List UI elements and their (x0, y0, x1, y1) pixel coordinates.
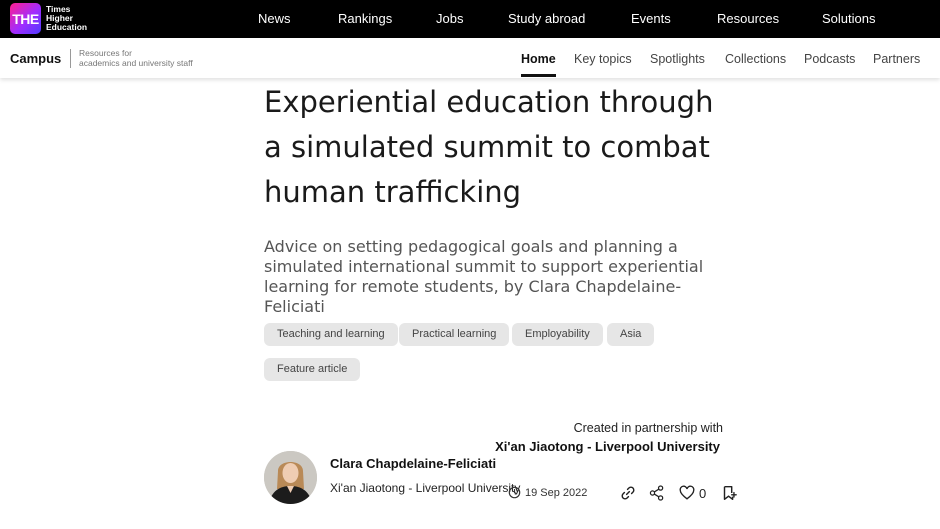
nav-resources[interactable]: Resources (717, 11, 779, 26)
article-standfirst: Advice on setting pedagogical goals and … (264, 237, 734, 317)
campus-divider (70, 49, 71, 68)
like-count: 0 (699, 486, 707, 501)
share-icon[interactable] (648, 484, 666, 502)
nav-news[interactable]: News (258, 11, 291, 26)
nav-events[interactable]: Events (631, 11, 671, 26)
standfirst-line-1: Advice on setting pedagogical goals and … (264, 237, 678, 256)
author-name[interactable]: Clara Chapdelaine-Feliciati (330, 456, 496, 471)
brand-name-line-3: Education (46, 22, 88, 32)
campus-subtitle-line-2: academics and university staff (79, 57, 193, 68)
tag-employability[interactable]: Employability (512, 323, 603, 346)
nav-study-abroad[interactable]: Study abroad (508, 11, 585, 26)
campus-nav-home[interactable]: Home (521, 52, 556, 66)
partnership-label: Created in partnership with (573, 421, 723, 435)
nav-rankings[interactable]: Rankings (338, 11, 392, 26)
partner-name[interactable]: Xi'an Jiaotong - Liverpool University (470, 439, 720, 454)
campus-title[interactable]: Campus (10, 51, 61, 66)
campus-nav-spotlights[interactable]: Spotlights (650, 52, 705, 66)
heart-icon[interactable] (678, 484, 696, 502)
campus-bar: Campus Resources for academics and unive… (0, 38, 940, 78)
article-title-line-1: Experiential education through (264, 85, 714, 119)
author-portrait (264, 451, 317, 504)
campus-nav-key-topics[interactable]: Key topics (574, 52, 632, 66)
the-logo[interactable]: THE (10, 3, 41, 34)
article-title-line-2: a simulated summit to combat (264, 130, 710, 164)
author-avatar[interactable] (264, 451, 317, 504)
standfirst-line-3: learning for remote students, by Clara C… (264, 277, 682, 316)
standfirst-line-2: simulated international summit to suppor… (264, 257, 704, 276)
tag-teaching-and-learning[interactable]: Teaching and learning (264, 323, 398, 346)
link-icon[interactable] (619, 484, 637, 502)
clock-icon (508, 486, 521, 499)
campus-nav-collections[interactable]: Collections (725, 52, 786, 66)
article-title-line-3: human trafficking (264, 175, 522, 209)
publish-date: 19 Sep 2022 (525, 487, 588, 499)
tag-asia[interactable]: Asia (607, 323, 655, 346)
tag-practical-learning[interactable]: Practical learning (399, 323, 510, 346)
brand-name[interactable]: Times Higher Education (46, 5, 106, 32)
top-nav: THE Times Higher Education News Rankings… (0, 0, 940, 38)
campus-nav-podcasts[interactable]: Podcasts (804, 52, 855, 66)
nav-jobs[interactable]: Jobs (436, 11, 463, 26)
campus-subtitle: Resources for academics and university s… (79, 48, 219, 68)
tag-feature-article[interactable]: Feature article (264, 358, 361, 381)
author-institution: Xi'an Jiaotong - Liverpool University (330, 481, 521, 495)
nav-solutions[interactable]: Solutions (822, 11, 875, 26)
active-tab-indicator (521, 74, 556, 77)
bookmark-icon[interactable] (720, 484, 738, 502)
campus-nav-partners[interactable]: Partners (873, 52, 920, 66)
article-title: Experiential education through a simulat… (264, 80, 734, 215)
